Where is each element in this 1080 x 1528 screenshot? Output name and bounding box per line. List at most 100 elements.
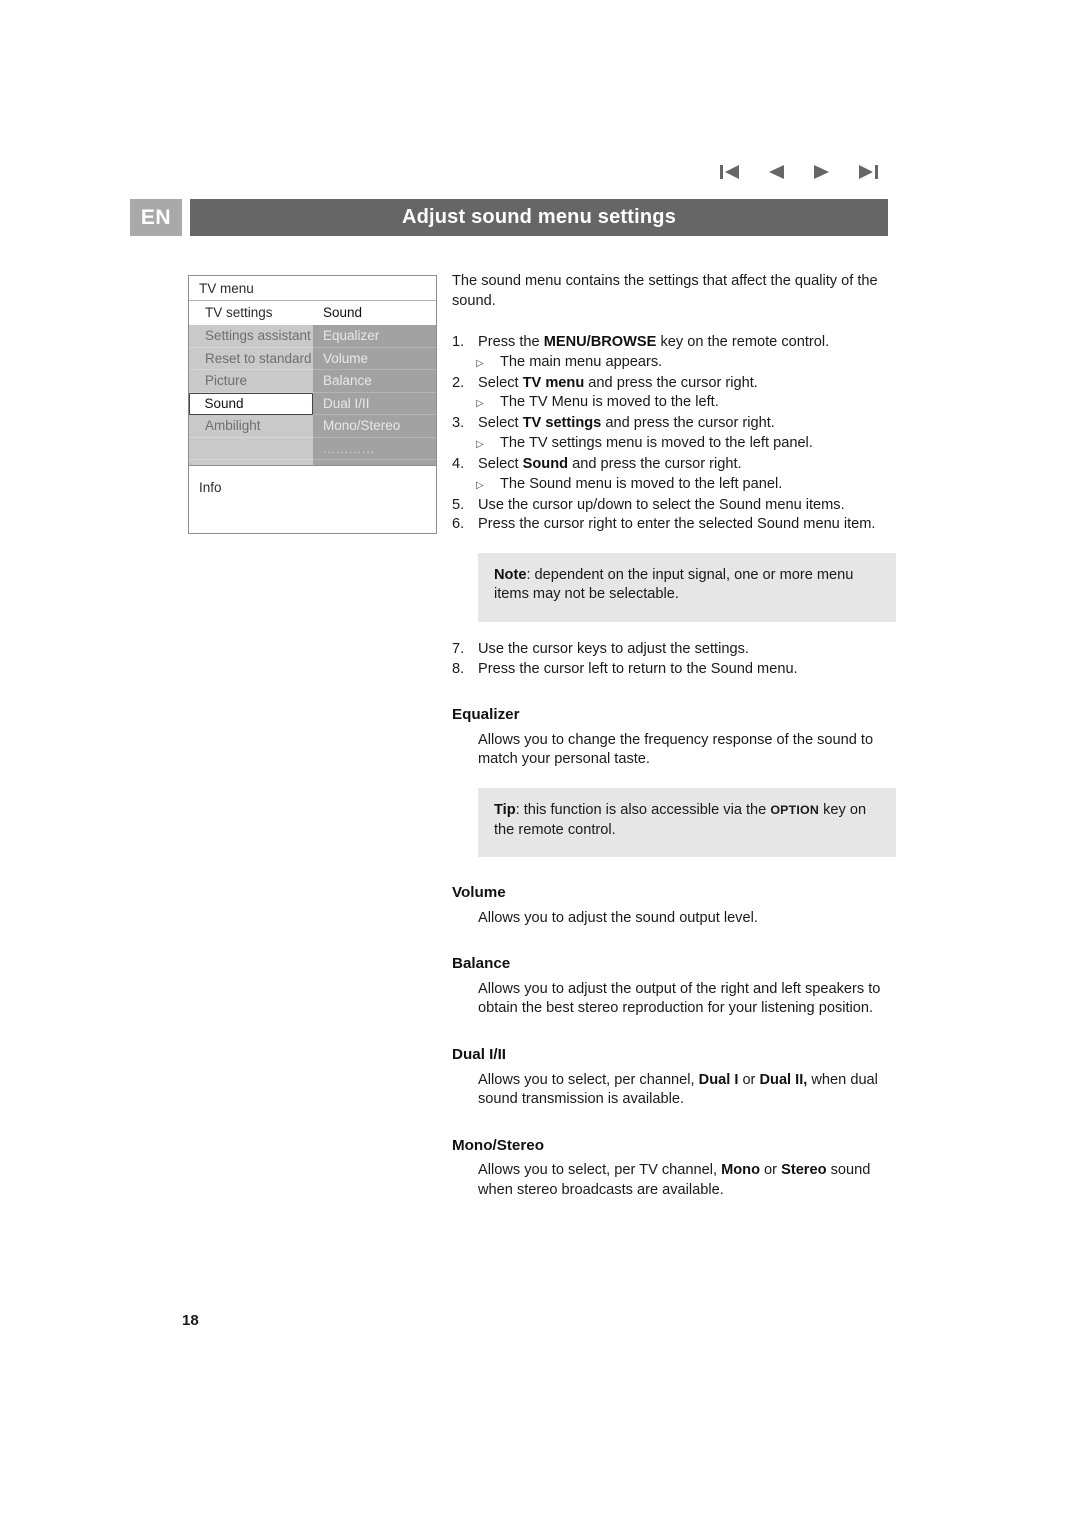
step-8: 8. Press the cursor left to return to th… <box>452 660 892 680</box>
procedure-steps-after-note: 7. Use the cursor keys to adjust the set… <box>452 640 892 679</box>
sound-item-empty <box>313 460 436 483</box>
tv-menu-header: TV menu <box>189 276 436 301</box>
step-5-number: 5. <box>452 496 465 513</box>
triangle-bullet-icon: ▷ <box>476 357 484 369</box>
triangle-bullet-icon: ▷ <box>476 398 484 410</box>
section-body-balance: Allows you to adjust the output of the r… <box>478 980 881 1017</box>
language-badge: EN <box>130 199 182 236</box>
section-body-equalizer: Allows you to change the frequency respo… <box>478 731 874 768</box>
step-7-number: 7. <box>452 640 465 657</box>
sound-item-volume[interactable]: Volume <box>313 348 436 370</box>
step-4-keyword: Sound <box>522 455 569 472</box>
sound-item-more-ellipsis: ............ <box>313 438 436 460</box>
step-2-number: 2. <box>452 374 465 391</box>
dual-body-mid: or <box>738 1071 760 1088</box>
step-1-pre: Press the <box>478 334 544 351</box>
sound-item-equalizer[interactable]: Equalizer <box>313 325 436 348</box>
step-1-result-text: The main menu appears. <box>500 353 663 370</box>
section-body-volume: Allows you to adjust the sound output le… <box>478 909 758 926</box>
menu-item-settings-assistant[interactable]: Settings assistant <box>189 325 313 348</box>
step-5-text: Use the cursor up/down to select the Sou… <box>478 496 845 513</box>
menu-item-reset-to-standard[interactable]: Reset to standard <box>189 348 313 370</box>
step-1-keyword: MENU/BROWSE <box>543 334 657 351</box>
step-4-result-text: The Sound menu is moved to the left pane… <box>500 475 783 492</box>
step-1-number: 1. <box>452 334 465 351</box>
step-4-pre: Select <box>478 455 523 472</box>
step-3-result: ▷ The TV settings menu is moved to the l… <box>452 434 892 455</box>
intro-paragraph: The sound menu contains the settings tha… <box>452 273 878 309</box>
section-body-mono-stereo: Allows you to select, per TV channel, Mo… <box>478 1161 892 1200</box>
tv-settings-label: TV settings <box>205 305 273 320</box>
step-1-post: key on the remote control. <box>656 334 830 351</box>
step-2-result: ▷ The TV Menu is moved to the left. <box>452 393 892 414</box>
section-heading-dual-i-ii: Dual I/II <box>452 1046 507 1064</box>
step-1-text: Press the MENU/BROWSE key on the remote … <box>478 333 892 353</box>
step-7: 7. Use the cursor keys to adjust the set… <box>452 640 892 660</box>
next-page-icon[interactable] <box>810 161 834 183</box>
step-6-number: 6. <box>452 516 465 533</box>
dual-body-pre: Allows you to select, per channel, <box>478 1071 699 1088</box>
tv-settings-column: Settings assistant Reset to standard Pic… <box>189 325 313 465</box>
dual-i-keyword: Dual I <box>698 1071 739 1088</box>
tv-menu-subheader-row: TV settings Sound <box>189 301 436 325</box>
section-heading-volume: Volume <box>452 884 506 902</box>
section-heading-equalizer: Equalizer <box>452 706 520 724</box>
menu-item-ambilight[interactable]: Ambilight <box>189 415 313 438</box>
step-2-post: and press the cursor right. <box>584 374 758 391</box>
document-page: EN Adjust sound menu settings TV menu TV… <box>0 0 1080 1528</box>
menu-item-empty-1 <box>189 438 313 460</box>
triangle-bullet-icon: ▷ <box>476 438 484 450</box>
tip-option-key: OPTION <box>770 802 820 817</box>
tip-pre: : this function is also accessible via t… <box>515 801 771 818</box>
mono-body-mid: or <box>760 1162 782 1179</box>
tip-text: Tip: this function is also accessible vi… <box>494 801 880 840</box>
step-2-pre: Select <box>478 374 523 391</box>
step-3-post: and press the cursor right. <box>601 415 775 432</box>
step-8-text: Press the cursor left to return to the S… <box>478 660 798 677</box>
step-2-text: Select TV menu and press the cursor righ… <box>478 374 892 394</box>
tip-label: Tip <box>494 801 516 818</box>
tv-menu-illustration: TV menu TV settings Sound Settings assis… <box>188 275 437 534</box>
step-3: 3. Select TV settings and press the curs… <box>452 414 892 434</box>
step-5: 5. Use the cursor up/down to select the … <box>452 496 892 516</box>
dual-ii-keyword: Dual II, <box>759 1071 808 1088</box>
step-2: 2. Select TV menu and press the cursor r… <box>452 374 892 394</box>
step-6: 6. Press the cursor right to enter the s… <box>452 515 892 535</box>
tip-callout: Tip: this function is also accessible vi… <box>478 787 896 858</box>
mono-body-pre: Allows you to select, per TV channel, <box>478 1162 722 1179</box>
step-7-text: Use the cursor keys to adjust the settin… <box>478 640 749 657</box>
menu-item-picture[interactable]: Picture <box>189 370 313 393</box>
step-8-number: 8. <box>452 660 465 677</box>
step-4: 4. Select Sound and press the cursor rig… <box>452 455 892 475</box>
sound-item-mono-stereo[interactable]: Mono/Stereo <box>313 415 436 438</box>
previous-page-icon[interactable] <box>764 161 788 183</box>
sound-panel-label: Sound <box>323 305 363 320</box>
section-heading-mono-stereo: Mono/Stereo <box>452 1136 544 1154</box>
section-heading-balance: Balance <box>452 955 511 973</box>
step-4-text: Select Sound and press the cursor right. <box>478 455 892 475</box>
first-page-icon[interactable] <box>718 161 742 183</box>
sound-menu-column: Equalizer Volume Balance Dual I/II Mono/… <box>313 325 436 465</box>
step-3-keyword: TV settings <box>522 415 602 432</box>
last-page-icon[interactable] <box>856 161 880 183</box>
step-1-result: ▷ The main menu appears. <box>452 353 892 374</box>
page-number: 18 <box>182 1312 199 1329</box>
stereo-keyword: Stereo <box>781 1162 827 1179</box>
note-label: Note <box>494 566 527 583</box>
step-2-result-text: The TV Menu is moved to the left. <box>500 394 719 411</box>
triangle-bullet-icon: ▷ <box>476 479 484 491</box>
page-navigation-bar <box>718 158 888 186</box>
step-3-number: 3. <box>452 415 465 432</box>
sound-item-balance[interactable]: Balance <box>313 370 436 393</box>
tv-menu-columns: Settings assistant Reset to standard Pic… <box>189 325 436 465</box>
mono-keyword: Mono <box>721 1162 760 1179</box>
step-4-post: and press the cursor right. <box>568 455 742 472</box>
step-2-keyword: TV menu <box>522 374 585 391</box>
sound-item-dual-i-ii[interactable]: Dual I/II <box>313 393 436 415</box>
step-6-text: Press the cursor right to enter the sele… <box>478 516 876 533</box>
step-4-number: 4. <box>452 455 465 472</box>
step-3-pre: Select <box>478 415 523 432</box>
menu-item-sound-selected[interactable]: Sound <box>189 392 313 415</box>
step-3-result-text: The TV settings menu is moved to the lef… <box>500 434 813 451</box>
procedure-steps: 1. Press the MENU/BROWSE key on the remo… <box>452 333 892 535</box>
